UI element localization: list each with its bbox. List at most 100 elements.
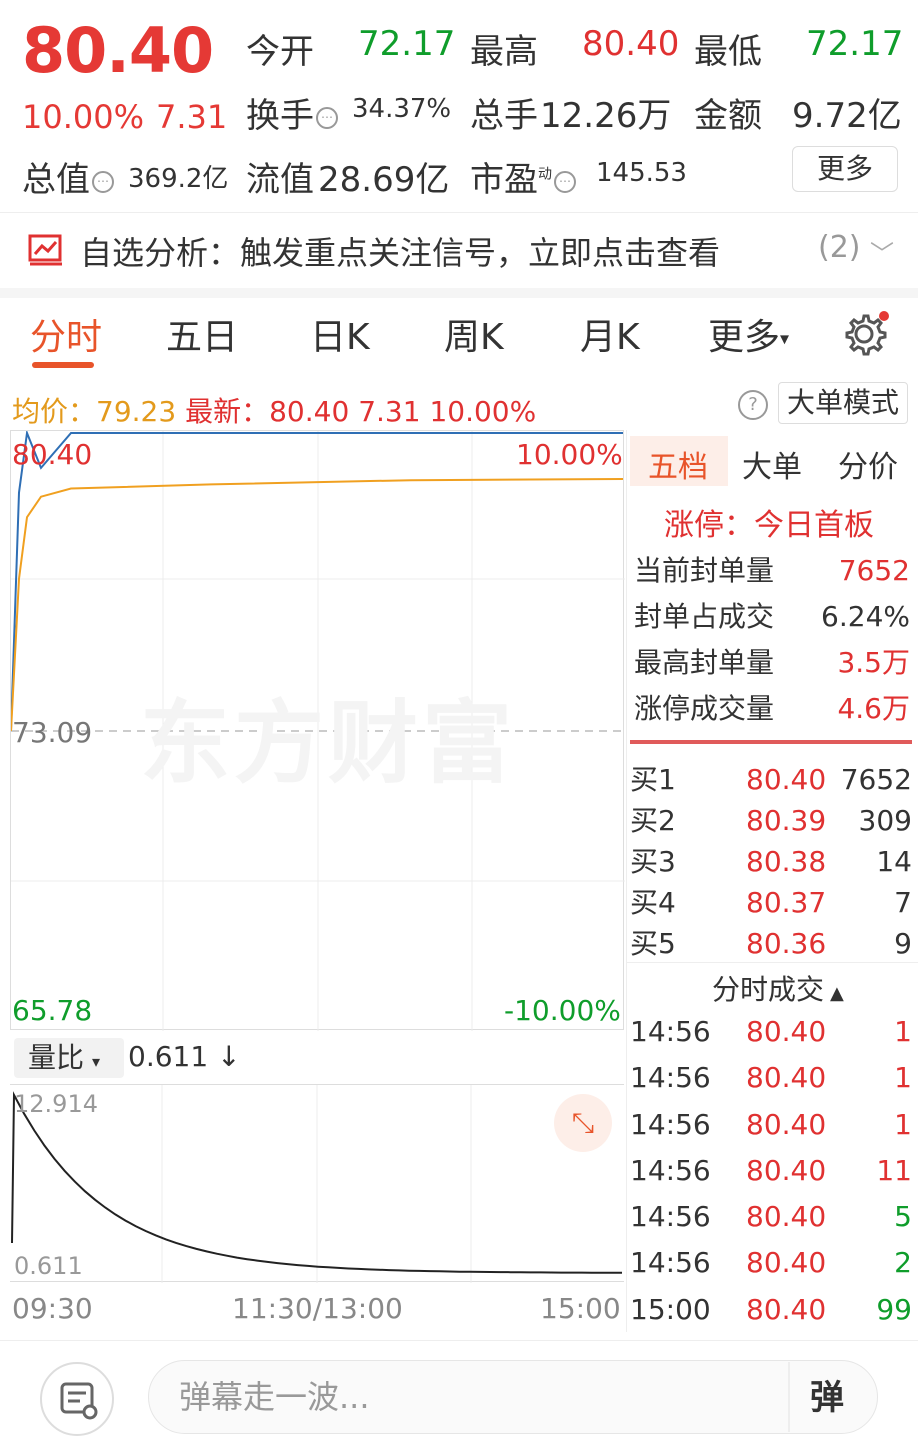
tab-five-day[interactable]: 五日 bbox=[166, 308, 238, 360]
danmu-toggle-button[interactable]: 弹 bbox=[810, 1370, 844, 1419]
trade-row: 14:56 80.40 1 bbox=[630, 1105, 912, 1151]
latest-change: 7.31 bbox=[358, 395, 421, 428]
info-icon[interactable]: ⋯ bbox=[554, 170, 576, 193]
orderbook-divider bbox=[630, 740, 912, 744]
time-start: 09:30 bbox=[12, 1292, 93, 1325]
subtab-five-level[interactable]: 五档 bbox=[648, 442, 708, 486]
orderbook-row[interactable]: 买5 80.36 9 bbox=[630, 924, 912, 965]
expand-icon[interactable]: ⤡ bbox=[554, 1094, 612, 1152]
orderbook-volume: 309 bbox=[858, 804, 912, 837]
float-label: 流值 bbox=[246, 160, 314, 200]
turnover-label[interactable]: 换手 ⋯ bbox=[246, 88, 338, 137]
turnover-label-text: 换手 bbox=[246, 96, 314, 136]
active-tab-indicator bbox=[32, 362, 94, 368]
time-end: 15:00 bbox=[540, 1292, 621, 1325]
time-mid: 11:30/13:00 bbox=[232, 1292, 403, 1325]
tab-more[interactable]: 更多▾ bbox=[708, 308, 789, 360]
trade-price: 80.40 bbox=[746, 1107, 827, 1141]
volume-ratio-chart[interactable] bbox=[10, 1084, 624, 1283]
orderbook-level: 买5 bbox=[630, 927, 676, 960]
limit-stat-row: 涨停成交量 4.6万 bbox=[634, 686, 910, 732]
subtab-big-order[interactable]: 大单 bbox=[742, 442, 802, 486]
trade-volume: 1 bbox=[894, 1015, 912, 1048]
chart-mid-price: 73.09 bbox=[12, 716, 93, 749]
trade-time: 14:56 bbox=[630, 1015, 711, 1048]
watermark: 东方财富 bbox=[140, 691, 516, 796]
pe-label[interactable]: 市盈动 ⋯ bbox=[470, 152, 576, 201]
latest-value: 80.40 bbox=[269, 395, 350, 428]
trade-price: 80.40 bbox=[746, 1015, 827, 1048]
open-value: 72.17 bbox=[358, 24, 456, 64]
low-value: 72.17 bbox=[806, 24, 904, 64]
volume-value: 12.26万 bbox=[540, 96, 672, 136]
indicator-selector[interactable]: 量比 ▾ bbox=[14, 1038, 124, 1078]
high-value: 80.40 bbox=[582, 24, 680, 64]
pe-superscript: 动 bbox=[538, 166, 552, 183]
info-icon[interactable]: ⋯ bbox=[92, 170, 114, 193]
high-label: 最高 bbox=[470, 32, 538, 72]
chart-top-percent: 10.00% bbox=[516, 438, 623, 471]
orderbook-volume: 7652 bbox=[840, 763, 912, 796]
limit-stat-label: 封单占成交 bbox=[634, 600, 775, 633]
danmu-input[interactable]: 弹幕走一波... bbox=[148, 1360, 878, 1434]
trades-title: 分时成交 bbox=[712, 973, 825, 1006]
mktcap-label-text: 总值 bbox=[22, 160, 90, 200]
limit-stats: 当前封单量 7652 封单占成交 6.24% 最高封单量 3.5万涨停成交量 4.6万 bbox=[634, 548, 910, 732]
trade-row: 14:56 80.40 1 bbox=[630, 1012, 912, 1058]
tab-day-k[interactable]: 日K bbox=[310, 308, 370, 360]
trades-list: 14:56 80.40 1 14:56 80.40 1 14:56 80.40 1 14:56 80… bbox=[630, 1012, 912, 1336]
more-button[interactable]: 更多 bbox=[792, 146, 898, 192]
amount-value: 9.72亿 bbox=[792, 96, 902, 136]
trade-time: 14:56 bbox=[630, 1200, 711, 1234]
limit-stat-row: 当前封单量 7652 bbox=[634, 548, 910, 594]
big-order-mode-button[interactable]: 大单模式 bbox=[778, 382, 908, 424]
trade-price: 80.40 bbox=[746, 1061, 827, 1095]
orderbook-row[interactable]: 买3 80.38 14 bbox=[630, 842, 912, 883]
volume-ratio-value: 0.611 bbox=[128, 1040, 209, 1073]
analysis-banner-text[interactable]: 自选分析：触发重点关注信号，立即点击查看 bbox=[80, 228, 720, 274]
arrow-down-icon: ↓ bbox=[208, 1040, 241, 1073]
orderbook-row[interactable]: 买2 80.39 309 bbox=[630, 801, 912, 842]
panel-divider bbox=[626, 430, 627, 1332]
orderbook-row[interactable]: 买4 80.37 7 bbox=[630, 883, 912, 924]
limit-stat-value: 3.5万 bbox=[837, 646, 910, 679]
trade-time: 14:56 bbox=[630, 1061, 711, 1095]
info-icon[interactable]: ⋯ bbox=[316, 106, 338, 129]
orderbook: 买1 80.40 7652 买2 80.39 309 买3 80.38 14 买4 80.37 7 买5… bbox=[630, 760, 912, 965]
pe-value: 145.53 bbox=[596, 158, 687, 188]
indicator-selector-label: 量比 bbox=[28, 1041, 85, 1074]
trade-row: 14:56 80.40 1 bbox=[630, 1058, 912, 1104]
info-line: 均价：79.23 最新：80.40 7.31 10.00% bbox=[12, 390, 536, 430]
limit-stat-value: 6.24% bbox=[821, 600, 910, 633]
help-icon[interactable]: ? bbox=[738, 390, 768, 420]
orderbook-row[interactable]: 买1 80.40 7652 bbox=[630, 760, 912, 801]
gear-icon[interactable] bbox=[842, 310, 890, 358]
comment-icon[interactable] bbox=[40, 1362, 114, 1436]
tab-week-k[interactable]: 周K bbox=[444, 308, 504, 360]
orderbook-level: 买2 bbox=[630, 804, 676, 837]
trade-volume: 5 bbox=[894, 1200, 912, 1234]
tab-month-k[interactable]: 月K bbox=[580, 308, 640, 360]
subtab-price-dist[interactable]: 分价 bbox=[838, 442, 898, 486]
trade-volume: 99 bbox=[876, 1292, 912, 1326]
orderbook-volume: 14 bbox=[876, 845, 912, 878]
trade-volume: 1 bbox=[894, 1061, 912, 1095]
chart-top-price: 80.40 bbox=[12, 438, 93, 471]
orderbook-price: 80.36 bbox=[746, 927, 827, 960]
orderbook-volume: 7 bbox=[894, 886, 912, 919]
avg-price-value: 79.23 bbox=[96, 395, 177, 428]
chevron-down-icon[interactable]: ﹀ bbox=[870, 234, 894, 269]
mktcap-label[interactable]: 总值 ⋯ bbox=[22, 152, 114, 201]
latest-percent: 10.00% bbox=[429, 395, 537, 428]
tab-intraday[interactable]: 分时 bbox=[30, 308, 102, 360]
orderbook-price: 80.38 bbox=[746, 845, 827, 878]
current-price: 80.40 bbox=[22, 14, 214, 87]
amount-label: 金额 bbox=[694, 96, 762, 136]
limit-stat-label: 最高封单量 bbox=[634, 646, 775, 679]
analysis-count: (2) bbox=[818, 230, 861, 265]
trades-header[interactable]: 分时成交 ▲ bbox=[712, 968, 844, 1008]
trade-price: 80.40 bbox=[746, 1292, 827, 1326]
trade-price: 80.40 bbox=[746, 1200, 827, 1234]
trade-row: 15:00 80.40 99 bbox=[630, 1290, 912, 1336]
tab-more-label: 更多 bbox=[708, 317, 781, 358]
